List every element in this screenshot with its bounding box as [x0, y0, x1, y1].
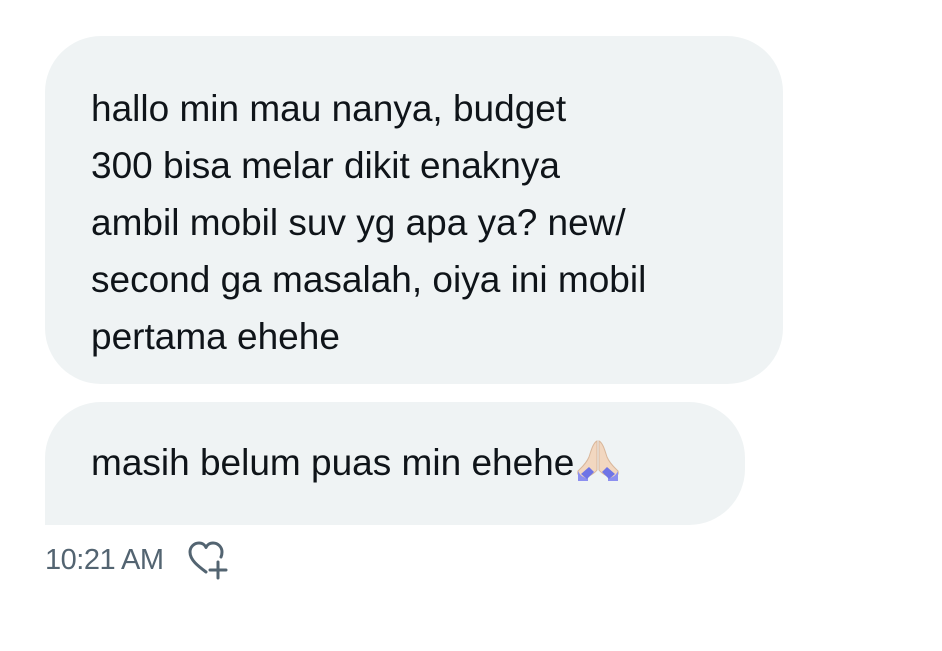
folded-hands-icon: [575, 437, 621, 497]
message-meta: 10:21 AM: [45, 538, 232, 582]
timestamp: 10:21 AM: [45, 543, 164, 576]
message-bubble[interactable]: hallo min mau nanya, budget 300 bisa mel…: [45, 36, 783, 384]
dm-conversation: hallo min mau nanya, budget 300 bisa mel…: [0, 0, 942, 651]
message-line: second ga masalah, oiya ini mobil: [91, 259, 647, 300]
react-button[interactable]: [186, 538, 232, 582]
message-bubble[interactable]: masih belum puas min ehehe: [45, 402, 745, 525]
message-text: masih belum puas min ehehe: [91, 442, 575, 483]
message-line: ambil mobil suv yg apa ya? new/: [91, 202, 626, 243]
message-line: 300 bisa melar dikit enaknya: [91, 145, 560, 186]
message-line: hallo min mau nanya, budget: [91, 88, 567, 129]
message-line: pertama ehehe: [91, 316, 340, 357]
heart-plus-icon: [188, 541, 228, 580]
